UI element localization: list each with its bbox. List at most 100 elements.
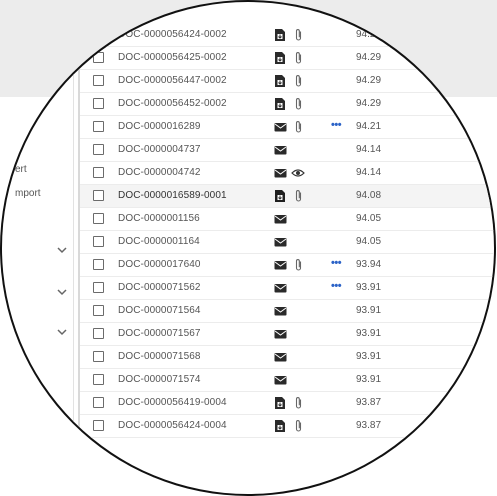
email-icon: [274, 235, 287, 249]
email-icon: [274, 327, 287, 341]
document-id[interactable]: DOC-0000001156: [118, 213, 200, 224]
document-id[interactable]: DOC-0000071574: [118, 374, 201, 385]
email-icon: [274, 166, 287, 180]
row-checkbox[interactable]: [93, 236, 104, 247]
row-checkbox[interactable]: [93, 374, 104, 385]
row-checkbox[interactable]: [93, 167, 104, 178]
document-id[interactable]: DOC-0000071564: [118, 305, 201, 316]
attachment-icon: [294, 97, 306, 111]
document-id[interactable]: DOC-0000001164: [118, 236, 200, 247]
row-checkbox[interactable]: [93, 121, 104, 132]
row-checkbox[interactable]: [93, 305, 104, 316]
document-id[interactable]: DOC-0000004737: [118, 144, 201, 155]
more-options-icon[interactable]: •••: [331, 280, 342, 292]
row-checkbox[interactable]: [93, 282, 104, 293]
table-row[interactable]: DOC-0000016289 ••• 94.21: [80, 116, 494, 139]
table-row[interactable]: DOC-0000056424-0004 93.87: [80, 415, 494, 438]
email-icon: [274, 120, 287, 134]
document-id[interactable]: DOC-0000071562: [118, 282, 201, 293]
table-row[interactable]: DOC-0000071564 93.91: [80, 300, 494, 323]
row-checkbox[interactable]: [93, 75, 104, 86]
email-icon: [274, 258, 287, 272]
relevance-score: 93.94: [356, 259, 382, 270]
relevance-score: 93.91: [356, 305, 382, 316]
document-id[interactable]: DOC-0000056447-0002: [118, 75, 227, 86]
table-row[interactable]: DOC-0000004742 94.14: [80, 162, 494, 185]
document-icon: [274, 74, 286, 88]
relevance-score: 94.05: [356, 236, 382, 247]
relevance-score: 93.91: [356, 328, 382, 339]
chevron-down-icon[interactable]: [56, 244, 68, 256]
attachment-icon: [294, 28, 306, 42]
row-checkbox[interactable]: [93, 397, 104, 408]
table-row[interactable]: DOC-0000056447-0002 94.29: [80, 70, 494, 93]
document-id[interactable]: DOC-0000056424-0004: [118, 420, 227, 431]
relevance-score: 94.29: [356, 52, 382, 63]
email-icon: [274, 350, 287, 364]
table-row[interactable]: DOC-0000071574 93.91: [80, 369, 494, 392]
table-row[interactable]: DOC-0000056419-0004 93.87: [80, 392, 494, 415]
document-id[interactable]: DOC-0000016589-0001: [118, 190, 227, 201]
relevance-score: 94.08: [356, 190, 382, 201]
relevance-score: 94.29: [356, 29, 382, 40]
chevron-down-icon[interactable]: [56, 286, 68, 298]
attachment-icon: [294, 74, 306, 88]
table-row[interactable]: DOC-0000016589-0001 94.08: [80, 185, 494, 208]
row-checkbox[interactable]: [93, 52, 104, 63]
document-icon: [274, 396, 286, 410]
email-icon: [274, 281, 287, 295]
email-icon: [274, 373, 287, 387]
table-row[interactable]: DOC-0000004737 94.14: [80, 139, 494, 162]
attachment-icon: [294, 120, 306, 134]
relevance-score: 94.29: [356, 98, 382, 109]
table-row[interactable]: DOC-0000056425-0002 94.29: [80, 47, 494, 70]
document-id[interactable]: DOC-0000071568: [118, 351, 201, 362]
table-row[interactable]: DOC-0000071567 93.91: [80, 323, 494, 346]
table-row[interactable]: DOC-0000001156 94.05: [80, 208, 494, 231]
document-icon: [274, 189, 286, 203]
document-id[interactable]: DOC-0000004742: [118, 167, 201, 178]
table-row[interactable]: DOC-0000071562 ••• 93.91: [80, 277, 494, 300]
relevance-score: 93.87: [356, 420, 382, 431]
document-id[interactable]: DOC-0000017640: [118, 259, 201, 270]
attachment-icon: [294, 396, 306, 410]
table-row[interactable]: DOC-0000017640 ••• 93.94: [80, 254, 494, 277]
document-icon: [274, 51, 286, 65]
relevance-score: 94.14: [356, 144, 382, 155]
document-id[interactable]: DOC-0000056452-0002: [118, 98, 227, 109]
more-options-icon[interactable]: •••: [331, 257, 342, 269]
table-row[interactable]: DOC-0000056424-0002 94.29: [80, 24, 494, 47]
row-checkbox[interactable]: [93, 351, 104, 362]
row-checkbox[interactable]: [93, 190, 104, 201]
document-id[interactable]: DOC-0000056424-0002: [118, 29, 227, 40]
document-id[interactable]: DOC-0000016289: [118, 121, 201, 132]
row-checkbox[interactable]: [93, 98, 104, 109]
row-checkbox[interactable]: [93, 29, 104, 40]
row-checkbox[interactable]: [93, 213, 104, 224]
chevron-down-icon[interactable]: [56, 326, 68, 338]
document-icon: [274, 28, 286, 42]
eye-icon[interactable]: [291, 166, 305, 180]
document-icon: [274, 419, 286, 433]
table-row[interactable]: DOC-0000071568 93.91: [80, 346, 494, 369]
row-checkbox[interactable]: [93, 144, 104, 155]
row-checkbox[interactable]: [93, 420, 104, 431]
magnifier-lens: ert mport DOC-0000056424-0002 94.29 DOC-00…: [2, 2, 494, 494]
relevance-score: 93.91: [356, 374, 382, 385]
document-id[interactable]: DOC-0000056419-0004: [118, 397, 227, 408]
document-id[interactable]: DOC-0000071567: [118, 328, 201, 339]
sidebar-item-label[interactable]: mport: [15, 188, 41, 199]
sidebar-item-label[interactable]: ert: [15, 164, 27, 175]
relevance-score: 93.91: [356, 282, 382, 293]
email-icon: [274, 304, 287, 318]
row-checkbox[interactable]: [93, 328, 104, 339]
row-checkbox[interactable]: [93, 259, 104, 270]
relevance-score: 94.05: [356, 213, 382, 224]
relevance-score: 94.21: [356, 121, 382, 132]
sidebar-divider: [73, 2, 74, 494]
table-row[interactable]: DOC-0000001164 94.05: [80, 231, 494, 254]
document-id[interactable]: DOC-0000056425-0002: [118, 52, 227, 63]
table-row[interactable]: DOC-0000056452-0002 94.29: [80, 93, 494, 116]
more-options-icon[interactable]: •••: [331, 119, 342, 131]
document-icon: [274, 97, 286, 111]
